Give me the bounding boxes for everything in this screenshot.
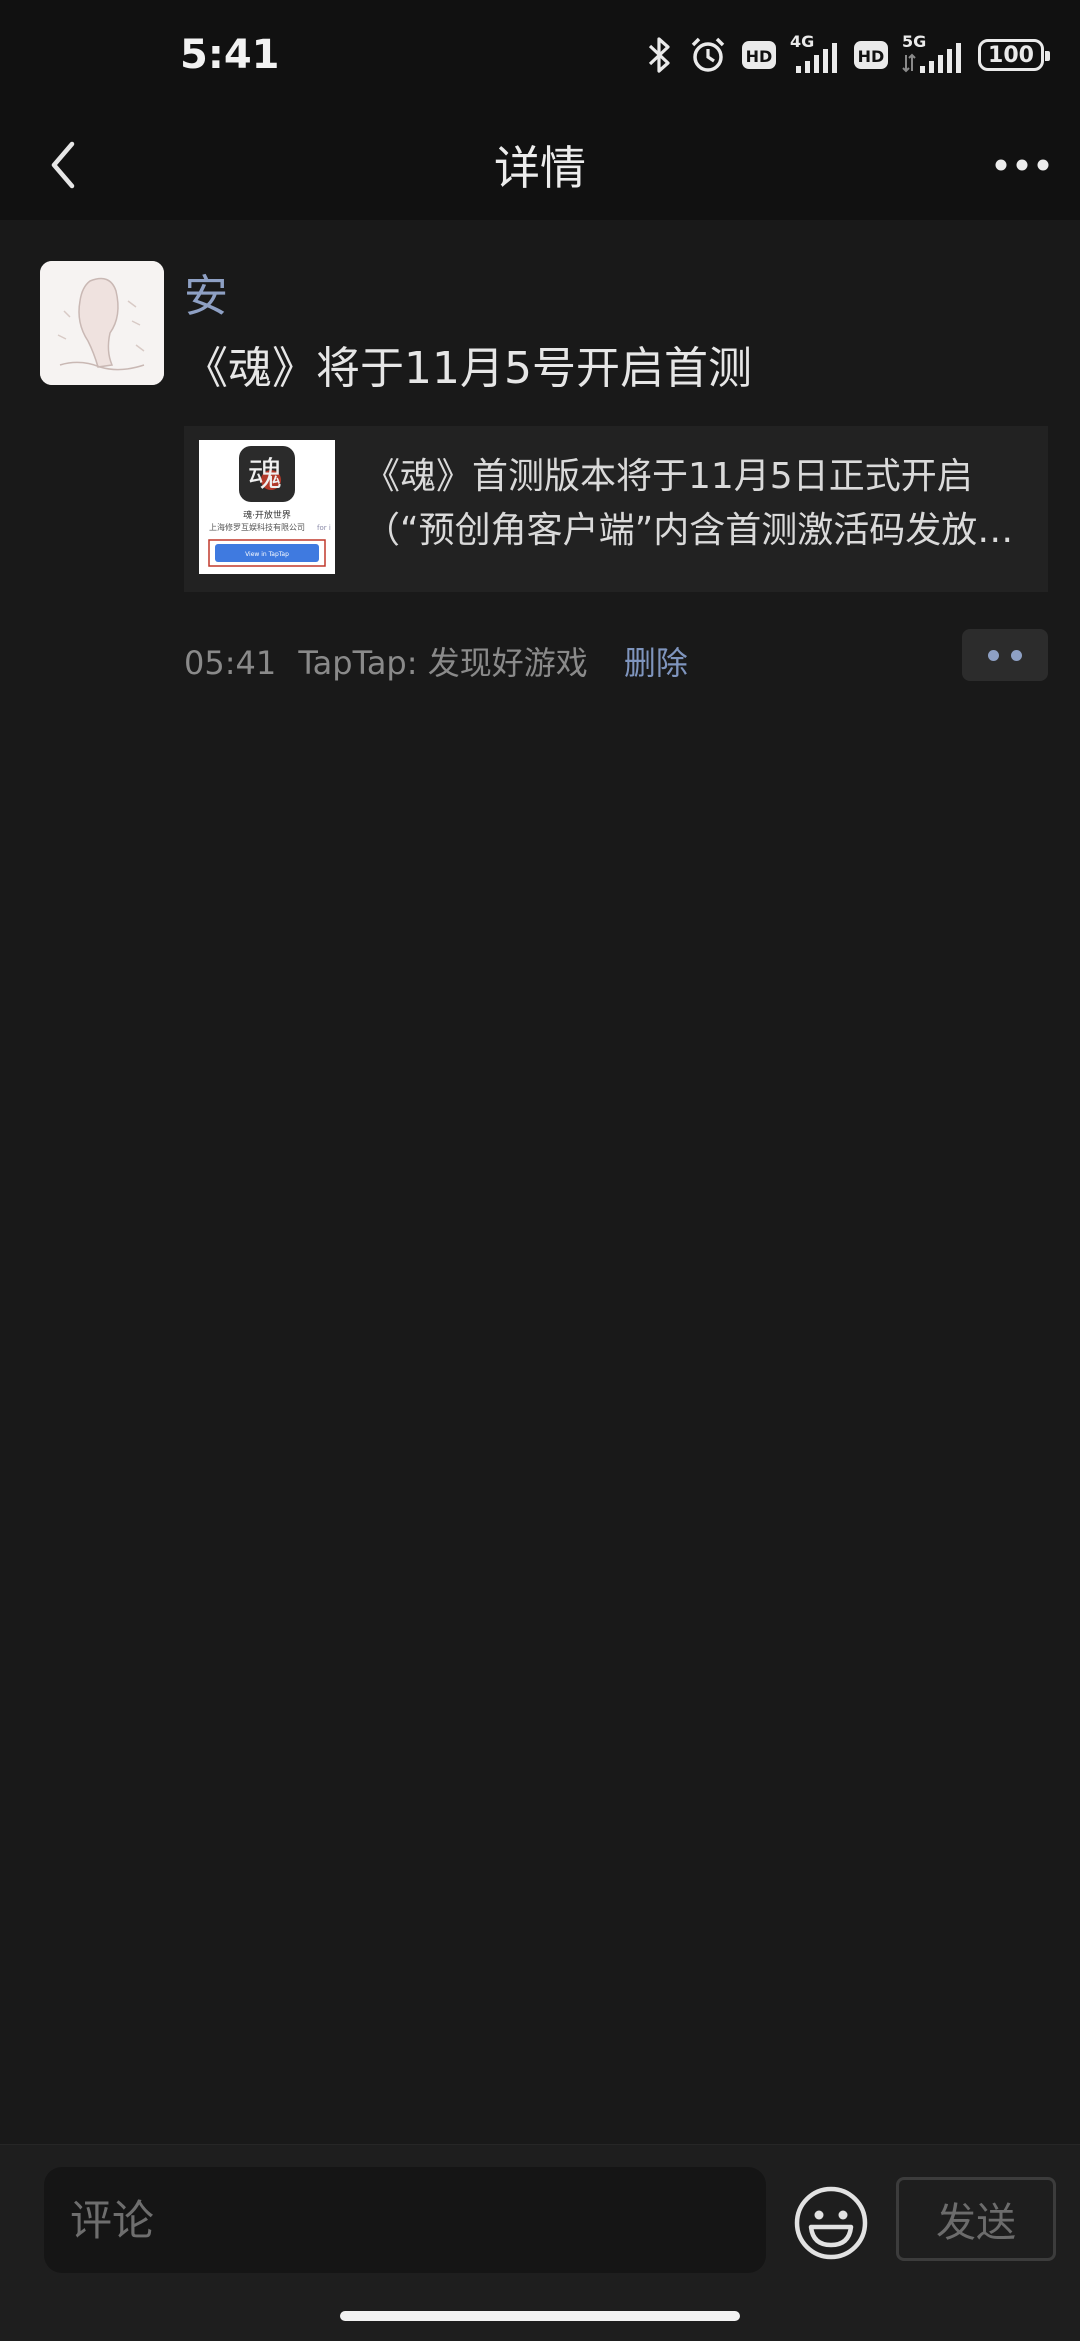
emoji-icon: [794, 2186, 868, 2260]
battery-level: 100: [988, 42, 1034, 68]
comment-input[interactable]: [44, 2167, 766, 2273]
taptap-button-label: View in TapTap: [245, 551, 289, 558]
emoji-button[interactable]: [793, 2185, 869, 2261]
link-card-title-line1: 《魂》首测版本将于11月5日正式开启: [364, 456, 973, 497]
game-publisher: 上海修罗互娱科技有限公司: [209, 522, 305, 532]
avatar-illustration: [40, 261, 164, 385]
game-caption: 魂·开放世界: [243, 509, 291, 521]
link-card[interactable]: 魂 魂·开放世界 上海修罗互娱科技有限公司 for i View in TapT…: [184, 426, 1048, 592]
game-publisher-tail: for i: [317, 524, 331, 532]
link-card-title: 《魂》首测版本将于11月5日正式开启 （“预创角客户端”内含首测激活码发放…: [364, 450, 1034, 558]
status-icons: HD 4G HD 5G 100: [646, 30, 1050, 80]
home-indicator[interactable]: [340, 2311, 740, 2321]
send-button[interactable]: 发送: [896, 2177, 1056, 2261]
post-source[interactable]: TapTap: 发现好游戏: [298, 644, 587, 682]
game-logo-image: 魂 魂·开放世界 上海修罗互娱科技有限公司 for i View in TapT…: [199, 440, 335, 574]
post-text: 《魂》将于11月5号开启首测: [184, 343, 752, 394]
author-name[interactable]: 安: [184, 260, 228, 324]
battery-icon: 100: [978, 39, 1050, 71]
hd-icon: HD: [742, 41, 776, 69]
like-comment-button[interactable]: [962, 629, 1048, 681]
link-card-title-line2: （“预创角客户端”内含首测激活码发放…: [364, 510, 1014, 551]
avatar[interactable]: [40, 261, 164, 385]
bluetooth-icon: [648, 37, 670, 73]
signal-4g-icon: 4G: [790, 33, 837, 73]
dot-icon: [988, 649, 999, 661]
post-time: 05:41: [184, 644, 277, 682]
nav-bar: 详情: [0, 110, 1080, 220]
signal-5g-icon: 5G: [902, 33, 961, 73]
page-title: 详情: [494, 141, 586, 195]
game-logo-char: 魂: [248, 455, 282, 495]
more-button[interactable]: [990, 130, 1054, 200]
delete-button[interactable]: 删除: [624, 644, 688, 682]
dot-icon: [1011, 649, 1022, 661]
hd-icon-2: HD: [854, 41, 888, 69]
post-meta: 05:41 TapTap: 发现好游戏 删除: [184, 638, 688, 684]
status-time: 5:41: [180, 32, 280, 78]
hd-label: HD: [746, 47, 773, 66]
link-thumbnail: 魂 魂·开放世界 上海修罗互娱科技有限公司 for i View in TapT…: [199, 440, 335, 574]
alarm-icon: [691, 37, 725, 72]
network-type-label: 4G: [790, 33, 814, 51]
status-bar: 5:41 HD 4G HD 5G 100: [0, 0, 1080, 110]
network-type-label-2: 5G: [902, 33, 926, 51]
hd-label-2: HD: [858, 47, 885, 66]
more-dots-icon: [995, 159, 1049, 171]
